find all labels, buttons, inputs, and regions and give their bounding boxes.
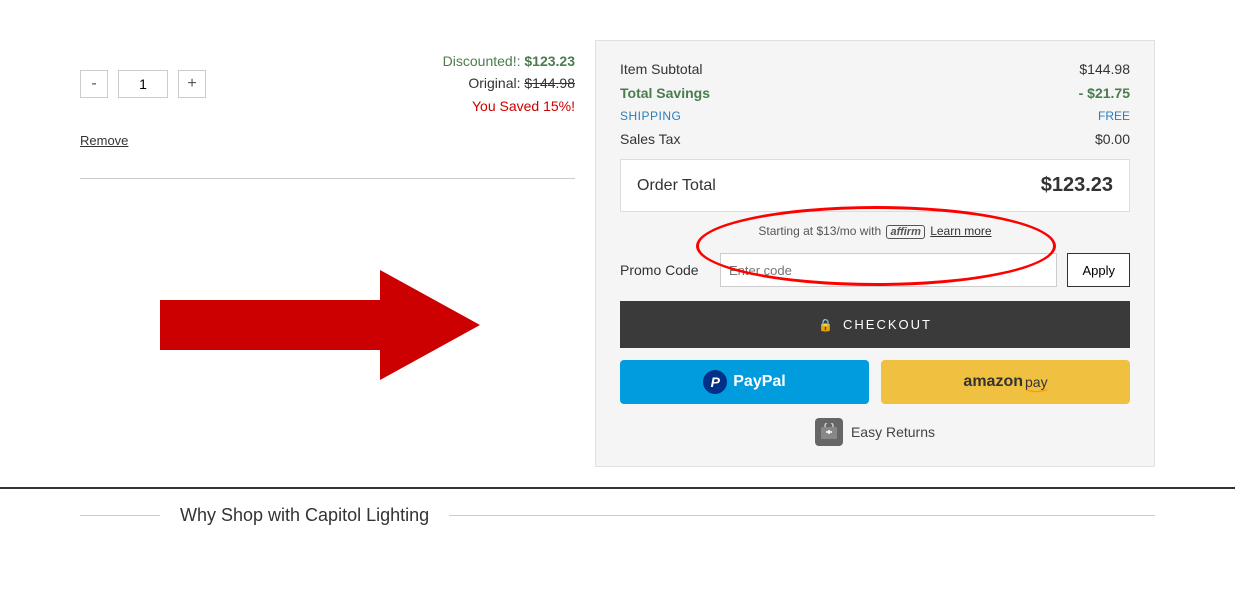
quantity-decrease-button[interactable]: - xyxy=(80,70,108,98)
total-savings-row: Total Savings - $21.75 xyxy=(620,85,1130,101)
promo-code-input[interactable] xyxy=(720,253,1057,287)
remove-link[interactable]: Remove xyxy=(80,133,128,148)
item-subtotal-row: Item Subtotal $144.98 xyxy=(620,61,1130,77)
shipping-row: SHIPPING FREE xyxy=(620,109,1130,123)
main-content: - + Discounted!: $123.23 Original: $144.… xyxy=(0,0,1235,487)
amazon-pay-button[interactable]: amazon pay xyxy=(881,360,1130,404)
order-total-value: $123.23 xyxy=(1041,174,1113,197)
quantity-input[interactable] xyxy=(118,70,168,98)
promo-apply-button[interactable]: Apply xyxy=(1067,253,1130,287)
left-panel: - + Discounted!: $123.23 Original: $144.… xyxy=(80,40,575,179)
bottom-title: Why Shop with Capitol Lighting xyxy=(180,505,429,526)
bottom-line-left xyxy=(80,515,160,516)
paypal-label: PayPal xyxy=(733,373,785,391)
paypal-button[interactable]: P PayPal xyxy=(620,360,869,404)
lock-icon: 🔒 xyxy=(818,318,835,332)
affirm-text-before: Starting at $13/mo with xyxy=(758,224,881,238)
returns-icon xyxy=(815,418,843,446)
order-total-label: Order Total xyxy=(637,177,716,195)
sales-tax-value: $0.00 xyxy=(1095,131,1130,147)
amazon-logo: amazon xyxy=(963,373,1023,391)
remove-link-wrapper: Remove xyxy=(80,125,575,148)
total-savings-label: Total Savings xyxy=(620,85,710,101)
sales-tax-row: Sales Tax $0.00 xyxy=(620,131,1130,147)
item-subtotal-label: Item Subtotal xyxy=(620,61,703,77)
checkout-label: CHECKOUT xyxy=(843,317,932,332)
discounted-price-row: Discounted!: $123.23 xyxy=(443,50,575,72)
bottom-line-right xyxy=(449,515,1155,516)
shipping-label: SHIPPING xyxy=(620,109,681,123)
discounted-label: Discounted!: xyxy=(443,53,521,69)
paypal-icon: P xyxy=(703,370,727,394)
original-value: $144.98 xyxy=(524,75,575,91)
affirm-logo: affirm xyxy=(886,225,924,239)
total-savings-value: - $21.75 xyxy=(1079,85,1130,101)
saved-label: You Saved 15%! xyxy=(472,98,575,114)
sales-tax-label: Sales Tax xyxy=(620,131,680,147)
bottom-section: Why Shop with Capitol Lighting xyxy=(0,487,1235,542)
red-arrow-annotation xyxy=(160,260,480,393)
original-price-row: Original: $144.98 xyxy=(443,72,575,94)
order-summary-panel: Item Subtotal $144.98 Total Savings - $2… xyxy=(595,40,1155,467)
discounted-value: $123.23 xyxy=(524,53,575,69)
page-wrapper: - + Discounted!: $123.23 Original: $144.… xyxy=(0,0,1235,604)
easy-returns-row: Easy Returns xyxy=(620,418,1130,446)
affirm-row: Starting at $13/mo with affirm Learn mor… xyxy=(620,224,1130,239)
shipping-value: FREE xyxy=(1098,109,1130,123)
easy-returns-label: Easy Returns xyxy=(851,424,935,440)
order-total-box: Order Total $123.23 xyxy=(620,159,1130,212)
checkout-button[interactable]: 🔒 CHECKOUT xyxy=(620,301,1130,348)
promo-row: Promo Code Apply xyxy=(620,253,1130,287)
quantity-increase-button[interactable]: + xyxy=(178,70,206,98)
item-subtotal-value: $144.98 xyxy=(1079,61,1130,77)
original-label: Original: xyxy=(468,75,520,91)
price-block: Discounted!: $123.23 Original: $144.98 Y… xyxy=(443,50,575,117)
quantity-row: - + Discounted!: $123.23 Original: $144.… xyxy=(80,50,575,117)
divider-line xyxy=(80,178,575,179)
affirm-learn-more-link[interactable]: Learn more xyxy=(930,224,991,238)
promo-code-label: Promo Code xyxy=(620,262,710,278)
payment-row: P PayPal amazon pay xyxy=(620,360,1130,404)
